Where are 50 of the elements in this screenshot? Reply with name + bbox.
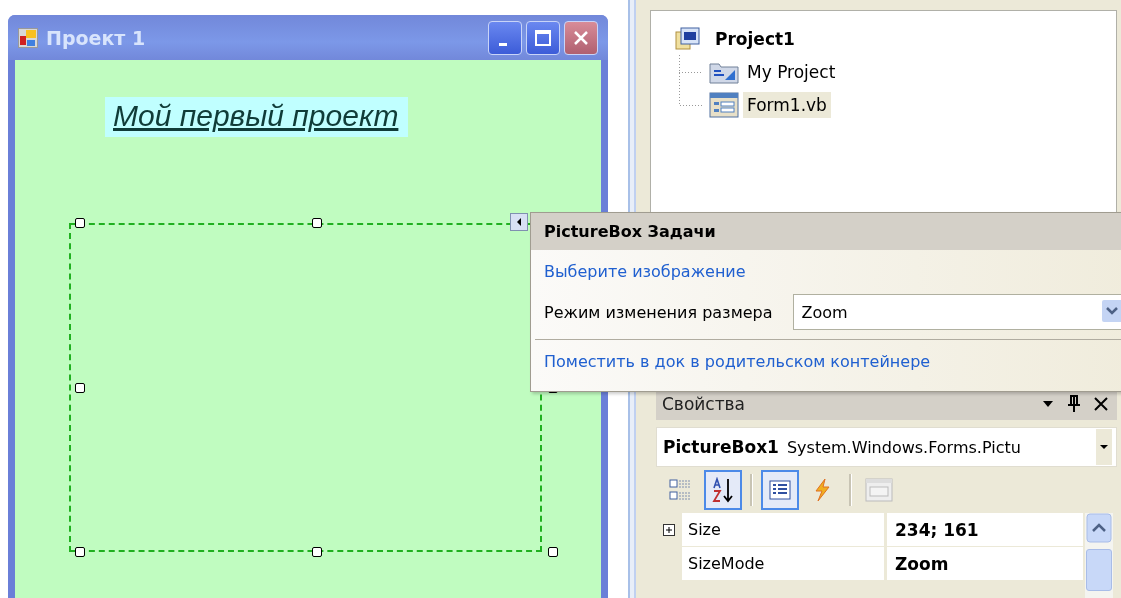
object-selector[interactable]: PictureBox1 System.Windows.Forms.Pictu xyxy=(656,427,1117,467)
close-icon[interactable] xyxy=(1093,396,1109,412)
size-mode-label: Режим изменения размера xyxy=(544,302,773,322)
pin-icon[interactable] xyxy=(1067,395,1081,413)
sort-az-icon xyxy=(711,477,735,503)
dropdown-arrow-icon[interactable] xyxy=(1101,299,1121,323)
project-icon xyxy=(675,27,701,51)
tree-item[interactable]: Form1.vb xyxy=(743,91,831,118)
tree-item[interactable]: Project1 xyxy=(711,26,799,52)
smart-tag-button[interactable] xyxy=(510,213,528,231)
scroll-thumb[interactable] xyxy=(1086,549,1112,591)
panel-title: PictureBox Задачи xyxy=(544,222,716,241)
tree-item[interactable]: My Project xyxy=(743,58,840,85)
panel-title: Свойства xyxy=(662,394,746,414)
minimize-icon xyxy=(499,43,507,46)
resize-handle[interactable] xyxy=(311,218,322,228)
list-icon xyxy=(769,480,791,500)
form-icon xyxy=(18,27,38,48)
close-button[interactable] xyxy=(564,20,598,55)
resize-handle[interactable] xyxy=(75,218,85,228)
maximize-icon xyxy=(534,28,552,47)
triangle-left-icon xyxy=(515,217,523,227)
resize-handle[interactable] xyxy=(75,382,85,393)
object-type: System.Windows.Forms.Pictu xyxy=(786,437,1022,457)
property-name[interactable]: Size xyxy=(682,513,884,546)
resize-handle[interactable] xyxy=(311,547,322,557)
lightning-icon xyxy=(812,478,832,502)
expand-icon[interactable] xyxy=(663,524,675,536)
close-icon xyxy=(572,28,590,47)
object-name: PictureBox1 xyxy=(663,437,779,457)
categorized-icon xyxy=(669,478,693,502)
window-title: Проект 1 xyxy=(46,26,146,49)
resize-handle[interactable] xyxy=(75,547,85,557)
maximize-button[interactable] xyxy=(526,20,560,55)
property-value[interactable]: Zoom xyxy=(887,547,1083,580)
property-value[interactable]: 234; 161 xyxy=(887,513,1083,546)
form-file-icon xyxy=(709,91,739,118)
vertical-scrollbar[interactable] xyxy=(1085,513,1113,598)
properties-button[interactable] xyxy=(761,470,799,510)
choose-image-link[interactable]: Выберите изображение xyxy=(544,262,1121,281)
form-label[interactable]: Мой первый проект xyxy=(105,97,409,137)
resize-handle[interactable] xyxy=(548,547,558,557)
dropdown-arrow-icon[interactable] xyxy=(1041,399,1055,409)
sort-alphabetical-button[interactable] xyxy=(704,470,742,510)
scroll-up-button[interactable] xyxy=(1086,513,1112,543)
window-icon xyxy=(865,477,893,503)
minimize-button[interactable] xyxy=(488,20,522,55)
dock-in-parent-link[interactable]: Поместить в док в родительском контейнере xyxy=(544,352,1121,371)
property-name[interactable]: SizeMode xyxy=(682,547,884,580)
size-mode-dropdown[interactable]: Zoom xyxy=(792,294,1121,330)
